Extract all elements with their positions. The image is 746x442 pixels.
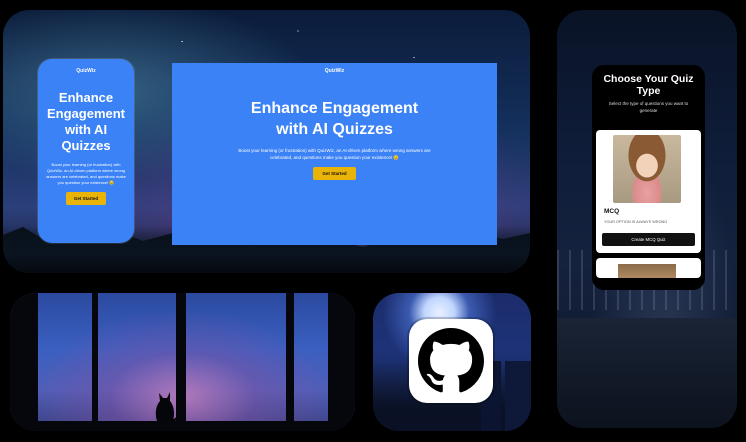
quiz-type-phone-preview: Choose Your Quiz Type Select the type of… (592, 65, 705, 290)
mobile-brand: QuizWiz (76, 68, 96, 74)
quiz-type-subtitle: Select the type of questions you want to… (608, 101, 689, 113)
window-frame (10, 293, 355, 431)
mcq-card[interactable]: MCQ YOUR OPTION IS ALWAYS WRONG Create M… (596, 130, 701, 253)
desktop-hero-title: Enhance Engagement with AI Quizzes (250, 100, 419, 138)
quiz-type-title: Choose Your Quiz Type (603, 73, 694, 97)
cat-silhouette-icon (155, 392, 181, 423)
quiz-type-showcase-card: Choose Your Quiz Type Select the type of… (557, 10, 737, 428)
mobile-get-started-button[interactable]: Get Started (65, 192, 107, 205)
mcq-card-title: MCQ (604, 208, 620, 215)
create-mcq-quiz-button[interactable]: Create MCQ Quiz (602, 233, 695, 246)
desktop-brand: QuizWiz (324, 68, 345, 74)
window-sill (10, 421, 355, 431)
mcq-card-description: YOUR OPTION IS ALWAYS WRONG (604, 220, 668, 224)
github-icon[interactable] (409, 319, 493, 403)
next-quiz-image (618, 264, 676, 278)
github-octocat-icon (418, 328, 484, 393)
desktop-hero-description: Boost your learning (or frustration) wit… (238, 148, 431, 160)
mobile-hero-description: Boost your learning (or frustration) wit… (46, 162, 126, 185)
next-quiz-card[interactable] (596, 258, 701, 278)
desktop-get-started-button[interactable]: Get Started (313, 167, 356, 180)
window-night-cat-card (10, 293, 355, 431)
mobile-hero-title: Enhance Engagement with AI Quizzes (46, 90, 125, 153)
github-showcase-card (373, 293, 531, 431)
desktop-landing-preview: QuizWiz Enhance Engagement with AI Quizz… (172, 63, 497, 245)
mobile-landing-preview: QuizWiz Enhance Engagement with AI Quizz… (38, 59, 134, 243)
mcq-anime-image (613, 135, 681, 203)
hero-showcase-card: QuizWiz Enhance Engagement with AI Quizz… (3, 10, 530, 273)
balcony-floor (557, 318, 737, 428)
